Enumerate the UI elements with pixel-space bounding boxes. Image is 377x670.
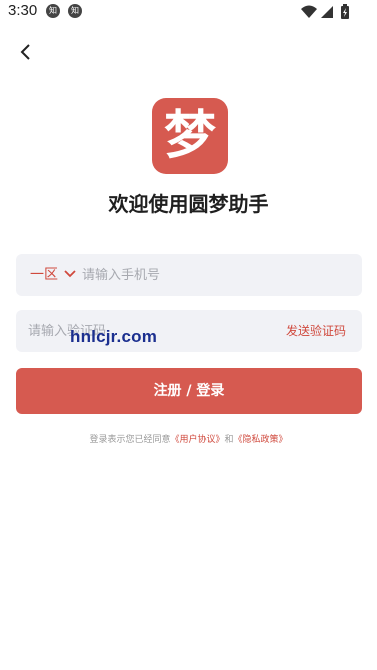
wifi-icon [301, 5, 317, 18]
region-select[interactable]: 一区 [30, 254, 58, 296]
code-field: 发送验证码 [16, 310, 362, 352]
back-button[interactable] [14, 40, 38, 64]
send-code-button[interactable]: 发送验证码 [286, 310, 346, 352]
agreement-text: 登录表示您已经同意《用户协议》和《隐私政策》 [0, 432, 377, 445]
cellular-icon [321, 6, 333, 18]
battery-icon [341, 4, 349, 19]
privacy-policy-link[interactable]: 《隐私政策》 [234, 435, 288, 445]
phone-input[interactable] [82, 254, 342, 296]
login-screen: 3:30 知 知 梦 欢迎使用圆梦助手 一区 请输入手机号 请输入验证码 发送验… [0, 0, 377, 670]
phone-field: 一区 [16, 254, 362, 296]
chevron-left-icon [20, 44, 30, 60]
app-logo-glyph: 梦 [163, 105, 216, 166]
register-login-button[interactable]: 注册 / 登录 [16, 368, 362, 414]
watermark: hnlcjr.com [70, 327, 158, 346]
chevron-down-icon[interactable] [64, 268, 76, 280]
agreement-prefix: 登录表示您已经同意 [89, 435, 171, 445]
agreement-conjunction: 和 [224, 435, 234, 445]
app-logo: 梦 [152, 98, 228, 174]
zhihu-notification-icon: 知 [68, 4, 82, 18]
status-time: 3:30 [8, 2, 38, 19]
zhihu-notification-icon: 知 [46, 4, 60, 18]
page-title: 欢迎使用圆梦助手 [108, 192, 269, 216]
status-bar: 3:30 知 知 [0, 0, 377, 24]
system-icons [299, 3, 359, 21]
user-agreement-link[interactable]: 《用户协议》 [170, 435, 224, 445]
